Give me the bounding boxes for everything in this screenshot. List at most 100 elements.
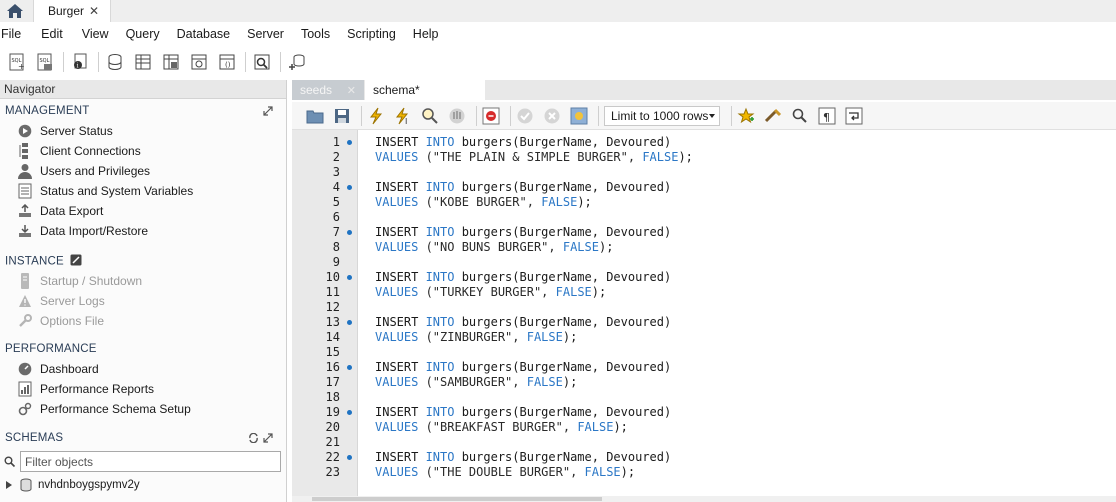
nav-performance-reports[interactable]: Performance Reports	[17, 380, 154, 398]
stop-icon[interactable]	[446, 105, 468, 127]
rollback-icon[interactable]	[541, 105, 563, 127]
nav-startup-shutdown[interactable]: Startup / Shutdown	[17, 272, 142, 290]
sql-code-editor[interactable]: INSERT INTO burgers(BurgerName, Devoured…	[375, 130, 1115, 496]
find-icon[interactable]	[789, 105, 811, 127]
explain-icon[interactable]	[419, 105, 441, 127]
tab-schema[interactable]: schema*	[365, 80, 485, 100]
nav-data-export[interactable]: Data Export	[17, 202, 103, 220]
tab-label: seeds	[300, 83, 333, 97]
open-file-icon[interactable]	[304, 105, 326, 127]
toolbar-separator	[361, 105, 362, 126]
create-table-icon[interactable]	[130, 50, 156, 74]
code-line: VALUES ("NO BUNS BURGER", FALSE);	[375, 240, 613, 254]
close-icon[interactable]: ✕	[347, 84, 356, 97]
autocommit-icon[interactable]	[568, 105, 590, 127]
limit-rows-select[interactable]: Limit to 1000 rows	[604, 105, 720, 126]
execute-all-icon[interactable]	[365, 105, 387, 127]
save-icon[interactable]	[331, 105, 353, 127]
expand-icon[interactable]	[263, 433, 273, 443]
reconnect-icon[interactable]	[284, 50, 310, 74]
nav-client-connections[interactable]: Client Connections	[17, 142, 141, 160]
sql-string-value: ("THE PLAIN & SIMPLE BURGER",	[418, 150, 643, 164]
home-icon[interactable]	[0, 0, 30, 22]
sql-keyword-into: INTO	[425, 405, 455, 419]
execute-current-icon[interactable]: I	[392, 105, 414, 127]
nav-data-import[interactable]: Data Import/Restore	[17, 222, 148, 240]
connection-tab-strip: Burger ✕	[0, 0, 1116, 22]
menu-database[interactable]: Database	[176, 27, 231, 41]
sql-keyword-into: INTO	[425, 360, 455, 374]
toolbar-separator	[510, 105, 511, 126]
svg-text:¶: ¶	[823, 111, 830, 124]
commit-icon[interactable]	[514, 105, 536, 127]
menu-view[interactable]: View	[81, 27, 109, 41]
create-schema-icon[interactable]	[102, 50, 128, 74]
sql-keyword-false: FALSE	[526, 375, 563, 389]
toolbar-separator	[280, 52, 281, 72]
statement-marker-icon	[347, 410, 352, 415]
nav-item-label: Options File	[40, 314, 105, 328]
schema-tree-item[interactable]: nvhdnboygspymv2y	[6, 476, 140, 494]
sql-punctuation: );	[562, 375, 578, 389]
nav-server-status[interactable]: Server Status	[17, 122, 113, 140]
create-view-icon[interactable]	[158, 50, 184, 74]
line-number: 6	[332, 210, 340, 224]
nav-users-privileges[interactable]: Users and Privileges	[17, 162, 150, 180]
open-sql-script-icon[interactable]: SQL	[32, 50, 58, 74]
sql-string-value: ("KOBE BURGER",	[418, 195, 542, 209]
nav-dashboard[interactable]: Dashboard	[17, 360, 99, 378]
sql-string-value: ("NO BUNS BURGER",	[418, 240, 563, 254]
sql-keyword-into: INTO	[425, 225, 455, 239]
sql-keyword-values: VALUES	[375, 195, 419, 209]
code-line: VALUES ("ZINBURGER", FALSE);	[375, 330, 577, 344]
import-icon	[17, 223, 33, 239]
sql-table-columns: burgers(BurgerName, Devoured)	[454, 180, 672, 194]
create-function-icon[interactable]: ()	[214, 50, 240, 74]
variables-icon	[17, 183, 33, 199]
line-number: 9	[332, 255, 340, 269]
menu-help[interactable]: Help	[412, 27, 439, 41]
instance-heading-label: INSTANCE	[5, 255, 64, 268]
sql-keyword-insert: INSERT	[375, 180, 426, 194]
nav-server-logs[interactable]: Server Logs	[17, 292, 105, 310]
menu-file[interactable]: File	[0, 27, 21, 41]
expand-arrow-icon[interactable]	[6, 481, 12, 489]
line-number: 12	[325, 300, 340, 314]
menu-scripting[interactable]: Scripting	[346, 27, 396, 41]
sql-keyword-into: INTO	[425, 270, 455, 284]
toggle-error-stop-icon[interactable]	[480, 105, 502, 127]
filter-objects-input[interactable]	[20, 451, 281, 472]
create-procedure-icon[interactable]	[186, 50, 212, 74]
code-line: INSERT INTO burgers(BurgerName, Devoured…	[375, 135, 671, 149]
nav-performance-schema-setup[interactable]: Performance Schema Setup	[17, 400, 191, 418]
menu-server[interactable]: Server	[246, 27, 284, 41]
nav-item-label: Client Connections	[40, 144, 141, 158]
horizontal-scrollbar[interactable]	[292, 496, 1116, 502]
connection-tab[interactable]: Burger ✕	[33, 0, 111, 22]
expand-icon[interactable]	[263, 106, 273, 116]
word-wrap-icon[interactable]	[843, 105, 865, 127]
close-icon[interactable]: ✕	[89, 4, 99, 18]
search-table-data-icon[interactable]	[249, 50, 275, 74]
add-snippet-icon[interactable]	[735, 105, 757, 127]
warning-icon	[17, 293, 33, 309]
line-number: 13	[325, 315, 340, 329]
beautify-icon[interactable]	[762, 105, 784, 127]
scrollbar-thumb[interactable]	[312, 497, 602, 501]
refresh-icon[interactable]	[248, 433, 259, 443]
nav-status-variables[interactable]: Status and System Variables	[17, 182, 193, 200]
reports-icon	[17, 381, 33, 397]
new-sql-tab-icon[interactable]: SQL +	[4, 50, 30, 74]
sql-table-columns: burgers(BurgerName, Devoured)	[454, 405, 672, 419]
menu-tools[interactable]: Tools	[300, 27, 330, 41]
tab-seeds[interactable]: seeds ✕	[292, 80, 364, 100]
wrench-icon	[17, 313, 33, 329]
nav-options-file[interactable]: Options File	[17, 312, 104, 330]
invisible-chars-icon[interactable]: ¶	[816, 105, 838, 127]
sql-table-columns: burgers(BurgerName, Devoured)	[454, 270, 672, 284]
menu-query[interactable]: Query	[125, 27, 160, 41]
inspector-icon[interactable]: i	[67, 50, 93, 74]
menu-edit[interactable]: Edit	[40, 27, 63, 41]
menu-bar: File Edit View Query Database Server Too…	[0, 22, 1116, 46]
sql-punctuation: );	[678, 150, 693, 164]
